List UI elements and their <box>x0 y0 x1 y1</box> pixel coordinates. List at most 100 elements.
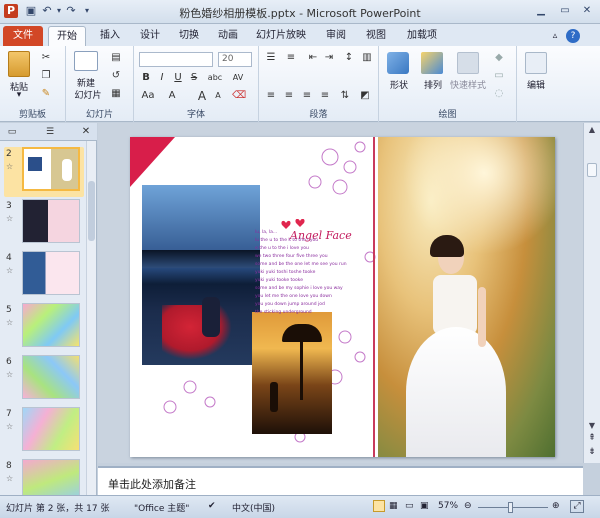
scroll-down-icon[interactable]: ▼ <box>586 421 598 431</box>
shape-fill-icon[interactable]: ◆ <box>493 52 505 64</box>
shape-effects-icon[interactable]: ◌ <box>493 88 505 100</box>
columns-icon[interactable]: ▥ <box>361 52 373 64</box>
sunset-photo[interactable] <box>252 312 332 434</box>
slide-number: 4 <box>6 253 12 263</box>
shadow-button[interactable]: abc <box>206 72 224 84</box>
star-icon: ☆ <box>6 318 14 327</box>
close-icon[interactable]: ✕ <box>576 3 598 19</box>
reading-view-icon[interactable]: ▭ <box>405 501 414 511</box>
tab-design[interactable]: 设计 <box>132 26 168 46</box>
text-direction-icon[interactable]: ⇅ <box>339 90 351 102</box>
next-slide-icon[interactable]: ⇟ <box>586 447 598 459</box>
strikethrough-button[interactable]: S <box>188 72 200 84</box>
zoom-out-icon[interactable]: ⊖ <box>464 501 472 511</box>
find-icon[interactable] <box>525 52 547 74</box>
align-left-icon[interactable]: ≡ <box>265 90 277 102</box>
bold-button[interactable]: B <box>140 72 152 84</box>
increase-indent-icon[interactable]: ⇥ <box>323 52 335 64</box>
clear-format-icon[interactable]: ⌫ <box>232 90 246 102</box>
new-slide-icon[interactable] <box>74 51 98 71</box>
zoom-in-icon[interactable]: ⊕ <box>552 501 560 511</box>
cut-icon[interactable]: ✂ <box>40 52 52 64</box>
scroll-up-icon[interactable]: ▲ <box>586 125 598 137</box>
panel-scroll-thumb[interactable] <box>88 181 95 241</box>
font-color-button[interactable]: A <box>166 90 178 102</box>
slide-thumbnail-7[interactable]: 7 ☆ <box>4 407 84 457</box>
slides-group-label: 幻灯片 <box>85 110 113 120</box>
reset-icon[interactable]: ↺ <box>110 70 122 82</box>
tab-view[interactable]: 视图 <box>358 26 394 46</box>
paste-icon[interactable] <box>8 51 30 77</box>
poem-text: lu, la, la... lu the u to the k to the i… <box>255 230 347 315</box>
bride-photo[interactable] <box>378 137 555 457</box>
section-icon[interactable]: ▦ <box>110 88 122 100</box>
slideshow-view-icon[interactable]: ▣ <box>420 501 429 511</box>
quick-styles-icon[interactable] <box>457 52 479 74</box>
slide-thumbnail-4[interactable]: 4 ☆ <box>4 251 84 301</box>
help-icon[interactable]: ? <box>566 29 580 43</box>
line-spacing-icon[interactable]: ↕ <box>343 52 355 64</box>
arrange-icon[interactable] <box>421 52 443 74</box>
new-slide-button-line2[interactable]: 幻灯片 <box>68 88 108 101</box>
numbering-icon[interactable]: ≡ <box>285 52 297 64</box>
outline-tab-icon[interactable]: ☰ <box>44 126 56 138</box>
slide-thumbnail-5[interactable]: 5 ☆ <box>4 303 84 353</box>
change-case-button[interactable]: Aa <box>140 90 156 102</box>
font-size-combo[interactable]: 20 <box>218 52 252 67</box>
copy-icon[interactable]: ❐ <box>40 70 52 82</box>
layout-icon[interactable]: ▤ <box>110 52 122 64</box>
shapes-button[interactable]: 形状 <box>383 78 415 91</box>
bullets-icon[interactable]: ☰ <box>265 52 277 64</box>
scroll-thumb[interactable] <box>587 163 597 177</box>
spell-check-icon[interactable]: ✔ <box>208 501 216 511</box>
slide-sorter-icon[interactable]: ▦ <box>389 501 398 511</box>
slide-canvas[interactable]: Angel Face lu, la, la... lu the u to the… <box>130 137 555 457</box>
slide-scrollbar[interactable]: ▲ ▼ ⇞ ⇟ <box>583 123 600 463</box>
language-indicator[interactable]: 中文(中国) <box>232 501 275 514</box>
normal-view-icon[interactable] <box>373 500 385 512</box>
previous-slide-icon[interactable]: ⇞ <box>586 433 598 445</box>
align-center-icon[interactable]: ≡ <box>283 90 295 102</box>
notes-pane[interactable]: 单击此处添加备注 <box>98 466 583 495</box>
justify-icon[interactable]: ≡ <box>319 90 331 102</box>
zoom-level[interactable]: 57% <box>438 501 458 511</box>
slide-thumbnail-2[interactable]: 2 ☆ <box>4 147 84 197</box>
shrink-font-button[interactable]: A <box>212 90 224 102</box>
close-panel-icon[interactable]: ✕ <box>80 126 92 138</box>
shapes-icon[interactable] <box>387 52 409 74</box>
format-painter-icon[interactable]: ✎ <box>40 88 52 100</box>
slides-tab-icon[interactable]: ▭ <box>6 126 18 138</box>
quick-styles-button[interactable]: 快速样式 <box>445 78 491 91</box>
zoom-slider[interactable] <box>478 507 548 508</box>
paste-dropdown-icon[interactable]: ▾ <box>14 90 24 100</box>
char-spacing-button[interactable]: AV <box>230 72 246 84</box>
underline-button[interactable]: U <box>172 72 184 84</box>
theme-name[interactable]: "Office 主题" <box>134 501 189 514</box>
tab-transitions[interactable]: 切换 <box>171 26 207 46</box>
couple-photo[interactable] <box>142 185 260 365</box>
tab-animations[interactable]: 动画 <box>210 26 246 46</box>
grow-font-button[interactable]: A <box>196 90 208 102</box>
editing-button[interactable]: 编辑 <box>519 78 553 91</box>
zoom-slider-thumb[interactable] <box>508 502 513 513</box>
smartart-icon[interactable]: ◩ <box>359 90 371 102</box>
align-right-icon[interactable]: ≡ <box>301 90 313 102</box>
minimize-ribbon-icon[interactable]: ▵ <box>548 26 562 46</box>
tab-file[interactable]: 文件 <box>3 26 43 46</box>
tab-slideshow[interactable]: 幻灯片放映 <box>253 26 309 46</box>
decrease-indent-icon[interactable]: ⇤ <box>307 52 319 64</box>
tab-review[interactable]: 审阅 <box>318 26 354 46</box>
slide-thumbnail-6[interactable]: 6 ☆ <box>4 355 84 405</box>
slide-thumbnail-3[interactable]: 3 ☆ <box>4 199 84 249</box>
maximize-icon[interactable]: ▭ <box>554 3 576 19</box>
italic-button[interactable]: I <box>156 72 168 84</box>
minimize-icon[interactable]: ▁ <box>530 3 552 19</box>
tab-addins[interactable]: 加载项 <box>402 26 442 46</box>
fit-to-window-icon[interactable]: ⤢ <box>570 500 584 513</box>
tab-home[interactable]: 开始 <box>48 26 86 46</box>
tab-insert[interactable]: 插入 <box>92 26 128 46</box>
shape-outline-icon[interactable]: ▭ <box>493 70 505 82</box>
panel-scrollbar[interactable] <box>86 141 96 495</box>
font-name-combo[interactable] <box>139 52 213 67</box>
paragraph-group-label: 段落 <box>309 110 328 120</box>
